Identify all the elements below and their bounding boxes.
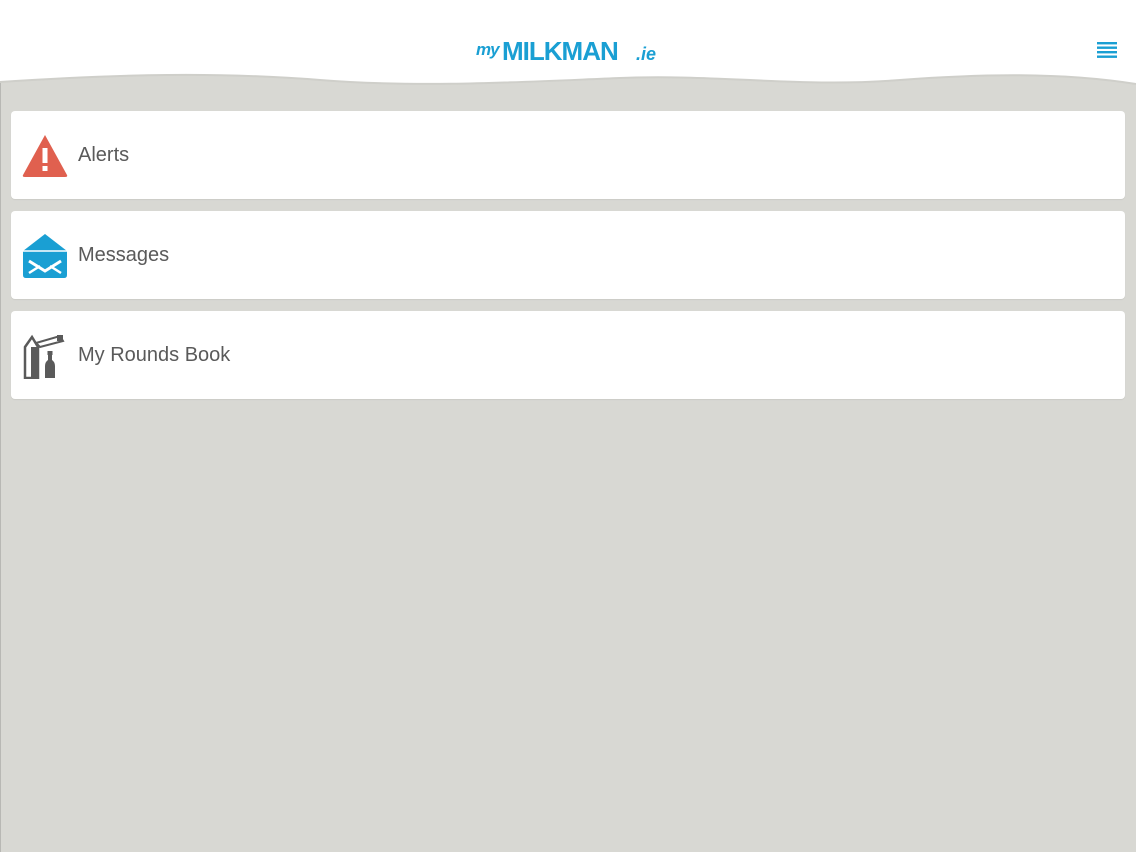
milk-carton-bottle-icon	[23, 334, 65, 379]
brand-logo[interactable]: my MILKMAN .ie	[476, 30, 662, 68]
menu-item-label: Messages	[78, 244, 170, 266]
menu-item-messages[interactable]: Messages	[11, 211, 1125, 299]
menu-list: Alerts Messages My Rounds Book	[11, 111, 1125, 411]
menu-item-label: My Rounds Book	[78, 344, 231, 366]
menu-item-alerts[interactable]: Alerts	[11, 111, 1125, 199]
hamburger-menu-button[interactable]	[1096, 40, 1118, 60]
app-header: my MILKMAN .ie	[0, 0, 1136, 110]
logo-suffix: .ie	[636, 44, 657, 64]
menu-item-my-rounds-book[interactable]: My Rounds Book	[11, 311, 1125, 399]
warning-triangle-icon	[22, 135, 68, 177]
logo-prefix: my	[476, 40, 500, 59]
menu-item-label: Alerts	[78, 144, 130, 166]
logo-main-text: MILKMAN	[502, 36, 619, 66]
left-border	[0, 20, 1, 852]
hamburger-menu-icon	[1097, 42, 1117, 58]
envelope-icon	[23, 234, 67, 278]
